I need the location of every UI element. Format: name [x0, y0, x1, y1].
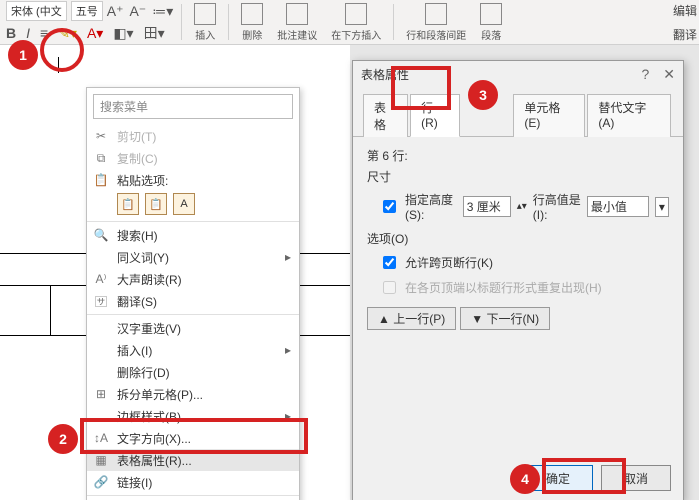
menu-cut: ✂剪切(T)	[87, 125, 299, 147]
annotation-badge-3: 3	[468, 80, 498, 110]
options-section-label: 选项(O)	[367, 230, 669, 247]
paste-icon: 📋	[93, 172, 109, 188]
paragraph-group[interactable]: 段落	[476, 3, 506, 42]
menu-hanzi-reselect[interactable]: 汉字重选(V)	[87, 317, 299, 339]
insert-group[interactable]: 插入	[190, 3, 220, 42]
menu-insert[interactable]: 插入(I)▸	[87, 339, 299, 361]
menu-translate[interactable]: 🈂翻译(S)	[87, 290, 299, 312]
translate-label: 翻译	[673, 26, 697, 43]
menu-paste-options: 📋粘贴选项:	[87, 169, 299, 191]
translate-icon: 🈂	[93, 293, 109, 309]
search-icon: 🔍	[93, 227, 109, 243]
delete-icon	[241, 3, 263, 25]
annotation-box-4	[542, 458, 626, 494]
specify-height-label: 指定高度(S):	[405, 191, 457, 222]
tab-alt-text[interactable]: 替代文字(A)	[587, 94, 671, 137]
repeat-header-checkbox	[383, 281, 396, 294]
chevron-right-icon: ▸	[285, 250, 291, 264]
link-icon: 🔗	[93, 474, 109, 490]
font-color-icon[interactable]: A▾	[87, 25, 103, 42]
menu-split-cells[interactable]: ⊞拆分单元格(P)...	[87, 383, 299, 405]
allow-row-break-label: 允许跨页断行(K)	[405, 254, 493, 271]
row-height-mode-select[interactable]: 最小值	[587, 196, 649, 217]
insert-below-icon	[345, 3, 367, 25]
paragraph-icon	[480, 3, 502, 25]
menu-copy: ⧉复制(C)	[87, 147, 299, 169]
decrease-font-icon[interactable]: A⁻	[129, 3, 146, 20]
chevron-right-icon: ▸	[285, 343, 291, 357]
borders-icon[interactable]: 田▾	[144, 23, 165, 43]
size-section-label: 尺寸	[367, 168, 669, 185]
line-spacing-icon	[425, 3, 447, 25]
dropdown-button[interactable]: ▾	[655, 197, 669, 217]
increase-font-icon[interactable]: A⁺	[107, 3, 124, 20]
cut-icon: ✂	[93, 128, 109, 144]
review-icon	[286, 3, 308, 25]
menu-link[interactable]: 🔗链接(I)	[87, 471, 299, 493]
bold-icon[interactable]: B	[6, 25, 16, 41]
next-row-button[interactable]: ▼ 下一行(N)	[460, 307, 550, 330]
edit-label: 编辑	[673, 2, 697, 19]
close-icon[interactable]: ✕	[663, 66, 675, 83]
menu-synonyms[interactable]: 同义词(Y)▸	[87, 246, 299, 268]
paste-merge-icon[interactable]: 📋	[145, 193, 167, 215]
ribbon-toolbar: 宋体 (中文 五号 A⁺ A⁻ ≔▾ B I ≡ ✎▾ A▾ ◧▾ 田▾ 插入 …	[0, 0, 699, 45]
menu-search[interactable]: 🔍搜索(H)	[87, 224, 299, 246]
insert-below-group[interactable]: 在下方插入	[327, 3, 385, 42]
table-properties-icon: ▦	[93, 452, 109, 468]
menu-read-aloud[interactable]: A⁾大声朗读(R)	[87, 268, 299, 290]
copy-icon: ⧉	[93, 150, 109, 166]
review-group[interactable]: 批注建议	[273, 3, 321, 42]
tab-cell[interactable]: 单元格(E)	[513, 94, 585, 137]
annotation-badge-4: 4	[510, 464, 540, 494]
font-family-select[interactable]: 宋体 (中文	[6, 1, 67, 21]
bullets-icon[interactable]: ≔▾	[152, 3, 173, 20]
italic-icon[interactable]: I	[26, 25, 30, 41]
delete-group[interactable]: 删除	[237, 3, 267, 42]
font-size-select[interactable]: 五号	[71, 1, 103, 21]
annotation-circle-1	[40, 28, 84, 72]
table-properties-dialog: 表格属性 ?✕ 表格 行(R) 列(U) 单元格(E) 替代文字(A) 第 6 …	[352, 60, 684, 500]
row-height-input[interactable]: 3 厘米	[463, 196, 511, 217]
annotation-box-3	[391, 66, 451, 110]
help-icon[interactable]: ?	[641, 66, 649, 83]
annotation-box-2	[80, 418, 308, 454]
paste-keep-source-icon[interactable]: 📋	[117, 193, 139, 215]
prev-row-button[interactable]: ▲ 上一行(P)	[367, 307, 456, 330]
annotation-badge-2: 2	[48, 424, 78, 454]
menu-search-input[interactable]: 搜索菜单	[93, 94, 293, 119]
menu-delete-row[interactable]: 删除行(D)	[87, 361, 299, 383]
specify-height-checkbox[interactable]	[383, 200, 396, 213]
row-number-label: 第 6 行:	[367, 147, 669, 164]
shading-icon[interactable]: ◧▾	[113, 25, 133, 42]
split-cells-icon: ⊞	[93, 386, 109, 402]
allow-row-break-checkbox[interactable]	[383, 256, 396, 269]
insert-icon	[194, 3, 216, 25]
row-height-is-label: 行高值是(I):	[533, 191, 581, 222]
repeat-header-label: 在各页顶端以标题行形式重复出现(H)	[405, 279, 602, 296]
spacing-group[interactable]: 行和段落间距	[402, 3, 470, 42]
paste-options-row: 📋 📋 A	[87, 191, 299, 219]
annotation-badge-1: 1	[8, 40, 38, 70]
read-aloud-icon: A⁾	[93, 271, 109, 287]
paste-text-only-icon[interactable]: A	[173, 193, 195, 215]
